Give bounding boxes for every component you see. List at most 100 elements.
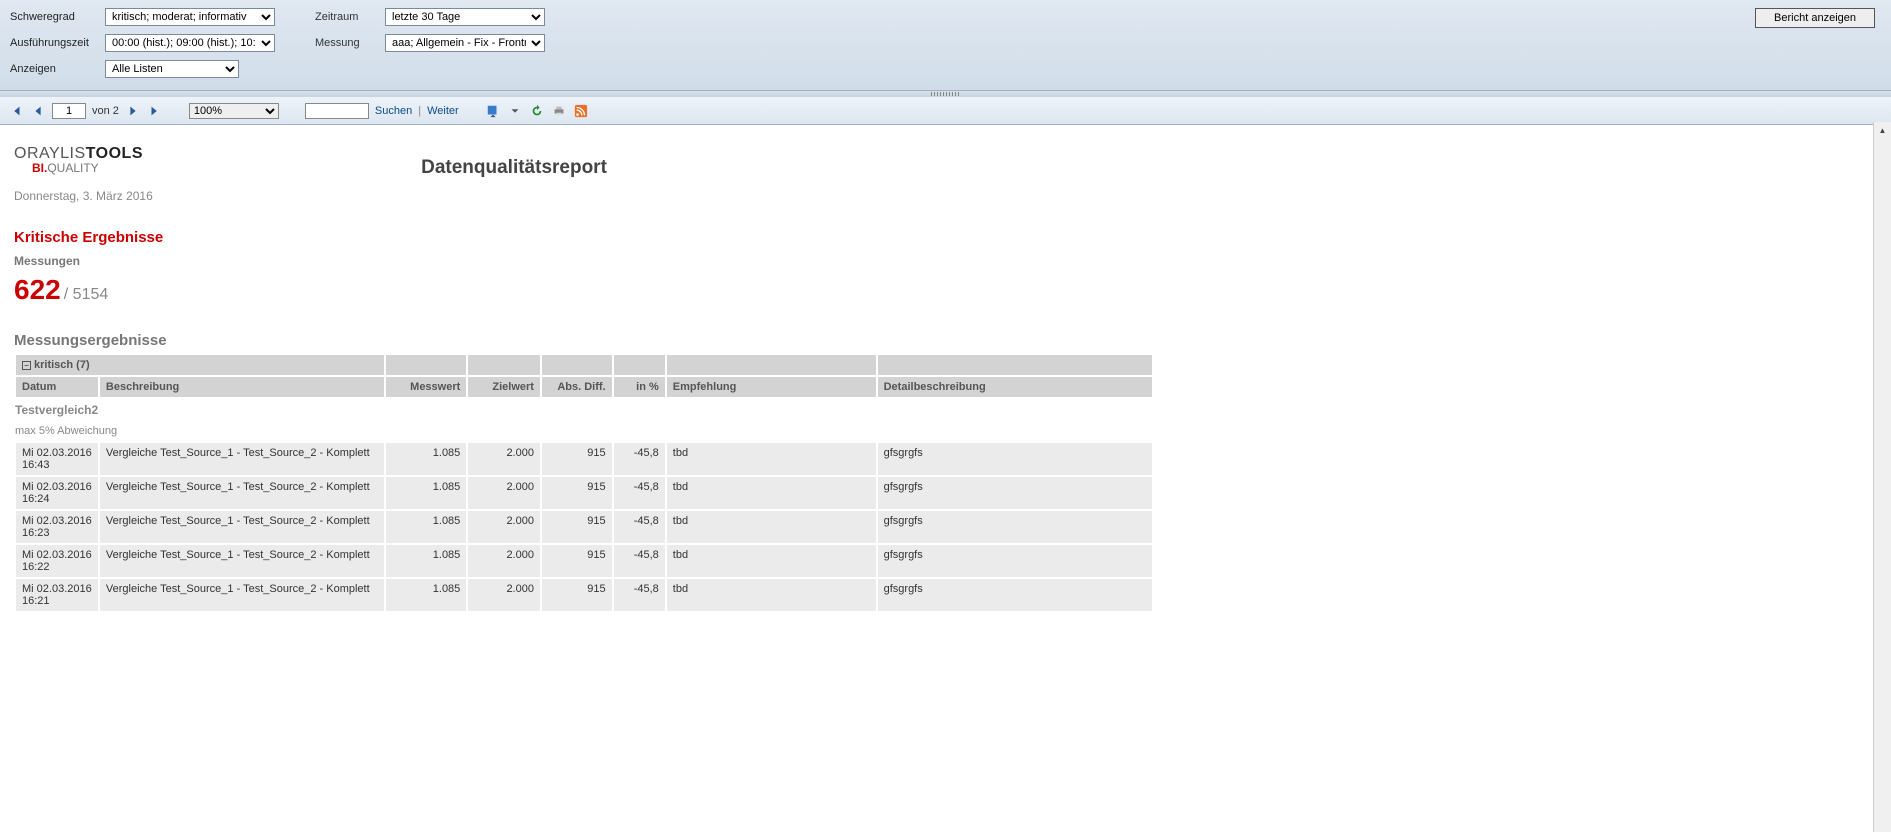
th-datum[interactable]: Datum [15,376,99,398]
feed-icon[interactable] [573,103,589,119]
print-icon[interactable] [551,103,567,119]
cell-zielwert: 2.000 [467,510,541,544]
next-result-link[interactable]: Weiter [427,105,459,117]
search-link[interactable]: Suchen [375,105,412,117]
cell-empfehlung: tbd [666,442,877,476]
cell-beschreibung: Vergleiche Test_Source_1 - Test_Source_2… [99,578,386,612]
cell-detail: gfsgrgfs [877,544,1153,578]
prev-page-icon[interactable] [30,103,46,119]
cell-absdiff: 915 [541,476,613,510]
cell-inpct: -45,8 [613,442,666,476]
cell-absdiff: 915 [541,442,613,476]
cell-detail: gfsgrgfs [877,510,1153,544]
cell-messwert: 1.085 [385,544,467,578]
cell-beschreibung: Vergleiche Test_Source_1 - Test_Source_2… [99,476,386,510]
page-number-input[interactable] [52,103,86,119]
messung-select[interactable]: aaa; Allgemein - Fix - Frontroom [385,34,545,52]
results-heading: Messungsergebnisse [14,332,1877,349]
cell-empfehlung: tbd [666,510,877,544]
cell-detail: gfsgrgfs [877,442,1153,476]
cell-empfehlung: tbd [666,578,877,612]
group-label: kritisch (7) [34,359,90,371]
count-total: / 5154 [64,286,108,303]
count-critical: 622 [14,274,61,305]
cell-beschreibung: Vergleiche Test_Source_1 - Test_Source_2… [99,544,386,578]
cell-absdiff: 915 [541,544,613,578]
run-report-button[interactable]: Bericht anzeigen [1755,8,1875,28]
cell-inpct: -45,8 [613,510,666,544]
schweregrad-select[interactable]: kritisch; moderat; informativ [105,8,275,26]
zeitraum-select[interactable]: letzte 30 Tage [385,8,545,26]
cell-inpct: -45,8 [613,544,666,578]
brand-quality: QUALITY [47,161,98,175]
cell-inpct: -45,8 [613,578,666,612]
anzeigen-label: Anzeigen [10,63,105,75]
brand-thin: ORAYLIS [14,145,86,162]
th-detail[interactable]: Detailbeschreibung [877,376,1153,398]
report-date: Donnerstag, 3. März 2016 [14,189,1877,203]
page-of-label: von 2 [92,105,119,117]
cell-detail: gfsgrgfs [877,476,1153,510]
messungen-label: Messungen [14,254,1877,268]
cell-beschreibung: Vergleiche Test_Source_1 - Test_Source_2… [99,510,386,544]
search-input[interactable] [305,103,369,119]
cell-messwert: 1.085 [385,510,467,544]
refresh-icon[interactable] [529,103,545,119]
cell-absdiff: 915 [541,510,613,544]
first-page-icon[interactable] [8,103,24,119]
cell-datum: Mi 02.03.2016 16:43 [15,442,99,476]
cell-detail: gfsgrgfs [877,578,1153,612]
report-title: Datenqualitätsreport [214,157,814,179]
critical-results-heading: Kritische Ergebnisse [14,229,1877,246]
cell-datum: Mi 02.03.2016 16:24 [15,476,99,510]
next-page-icon[interactable] [125,103,141,119]
cell-messwert: 1.085 [385,578,467,612]
cell-zielwert: 2.000 [467,544,541,578]
export-icon[interactable] [485,103,501,119]
cell-messwert: 1.085 [385,442,467,476]
cell-messwert: 1.085 [385,476,467,510]
anzeigen-select[interactable]: Alle Listen [105,60,239,78]
schweregrad-label: Schweregrad [10,11,105,23]
ausfuehrungszeit-select[interactable]: 00:00 (hist.); 09:00 (hist.); 10:0 [105,34,275,52]
brand-bi: BI. [32,161,47,175]
results-table: −kritisch (7) Datum Beschreibung Messwer… [14,353,1154,613]
ausfuehrungszeit-label: Ausführungszeit [10,37,105,49]
th-empfehlung[interactable]: Empfehlung [666,376,877,398]
messung-label: Messung [315,37,385,49]
report-body: ORAYLISTOOLS BI.QUALITY Datenqualitätsre… [0,125,1891,633]
zoom-select[interactable]: 100% [189,103,279,119]
filter-bar: Schweregrad kritisch; moderat; informati… [0,0,1891,91]
cell-beschreibung: Vergleiche Test_Source_1 - Test_Source_2… [99,442,386,476]
report-toolbar: von 2 100% Suchen | Weiter [0,97,1891,125]
zeitraum-label: Zeitraum [315,11,385,23]
cell-inpct: -45,8 [613,476,666,510]
table-row: Mi 02.03.2016 16:43Vergleiche Test_Sourc… [15,442,1153,476]
cell-zielwert: 2.000 [467,578,541,612]
measurement-count: 622 / 5154 [14,274,1877,306]
th-inpct[interactable]: in % [613,376,666,398]
test-subtitle: max 5% Abweichung [15,421,1153,442]
cell-datum: Mi 02.03.2016 16:21 [15,578,99,612]
th-zielwert[interactable]: Zielwert [467,376,541,398]
table-row: Mi 02.03.2016 16:23Vergleiche Test_Sourc… [15,510,1153,544]
table-row: Mi 02.03.2016 16:24Vergleiche Test_Sourc… [15,476,1153,510]
cell-zielwert: 2.000 [467,442,541,476]
collapse-toggle[interactable]: − [22,361,31,370]
cell-datum: Mi 02.03.2016 16:22 [15,544,99,578]
splitter-handle[interactable] [0,91,1891,97]
table-row: Mi 02.03.2016 16:21Vergleiche Test_Sourc… [15,578,1153,612]
th-absdiff[interactable]: Abs. Diff. [541,376,613,398]
last-page-icon[interactable] [147,103,163,119]
cell-empfehlung: tbd [666,544,877,578]
th-beschreibung[interactable]: Beschreibung [99,376,386,398]
cell-datum: Mi 02.03.2016 16:23 [15,510,99,544]
separator: | [418,105,421,117]
cell-absdiff: 915 [541,578,613,612]
brand-bold: TOOLS [86,145,143,162]
th-messwert[interactable]: Messwert [385,376,467,398]
test-title: Testvergleich2 [15,398,1153,421]
table-row: Mi 02.03.2016 16:22Vergleiche Test_Sourc… [15,544,1153,578]
cell-zielwert: 2.000 [467,476,541,510]
chevron-down-icon[interactable] [507,103,523,119]
